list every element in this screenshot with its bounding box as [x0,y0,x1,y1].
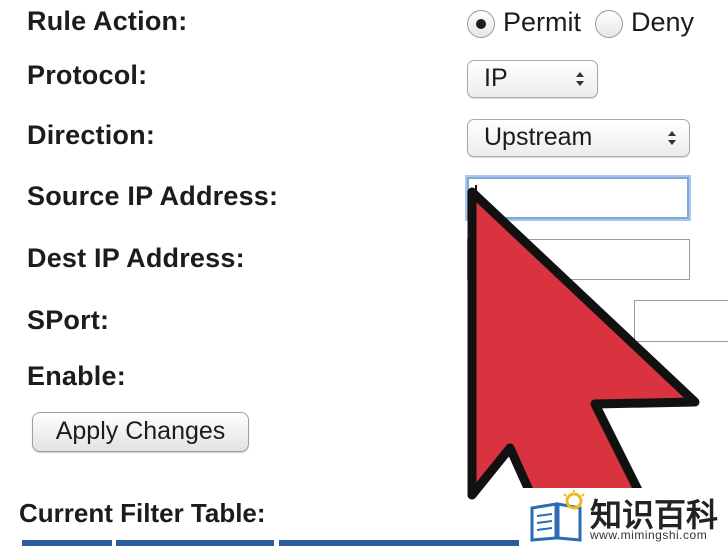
book-lightbulb-icon [530,490,585,542]
watermark-logo: 知识百科 www.mimingshi.com [520,488,728,546]
mouse-pointer-icon [467,187,700,546]
watermark-url: www.mimingshi.com [590,528,708,542]
